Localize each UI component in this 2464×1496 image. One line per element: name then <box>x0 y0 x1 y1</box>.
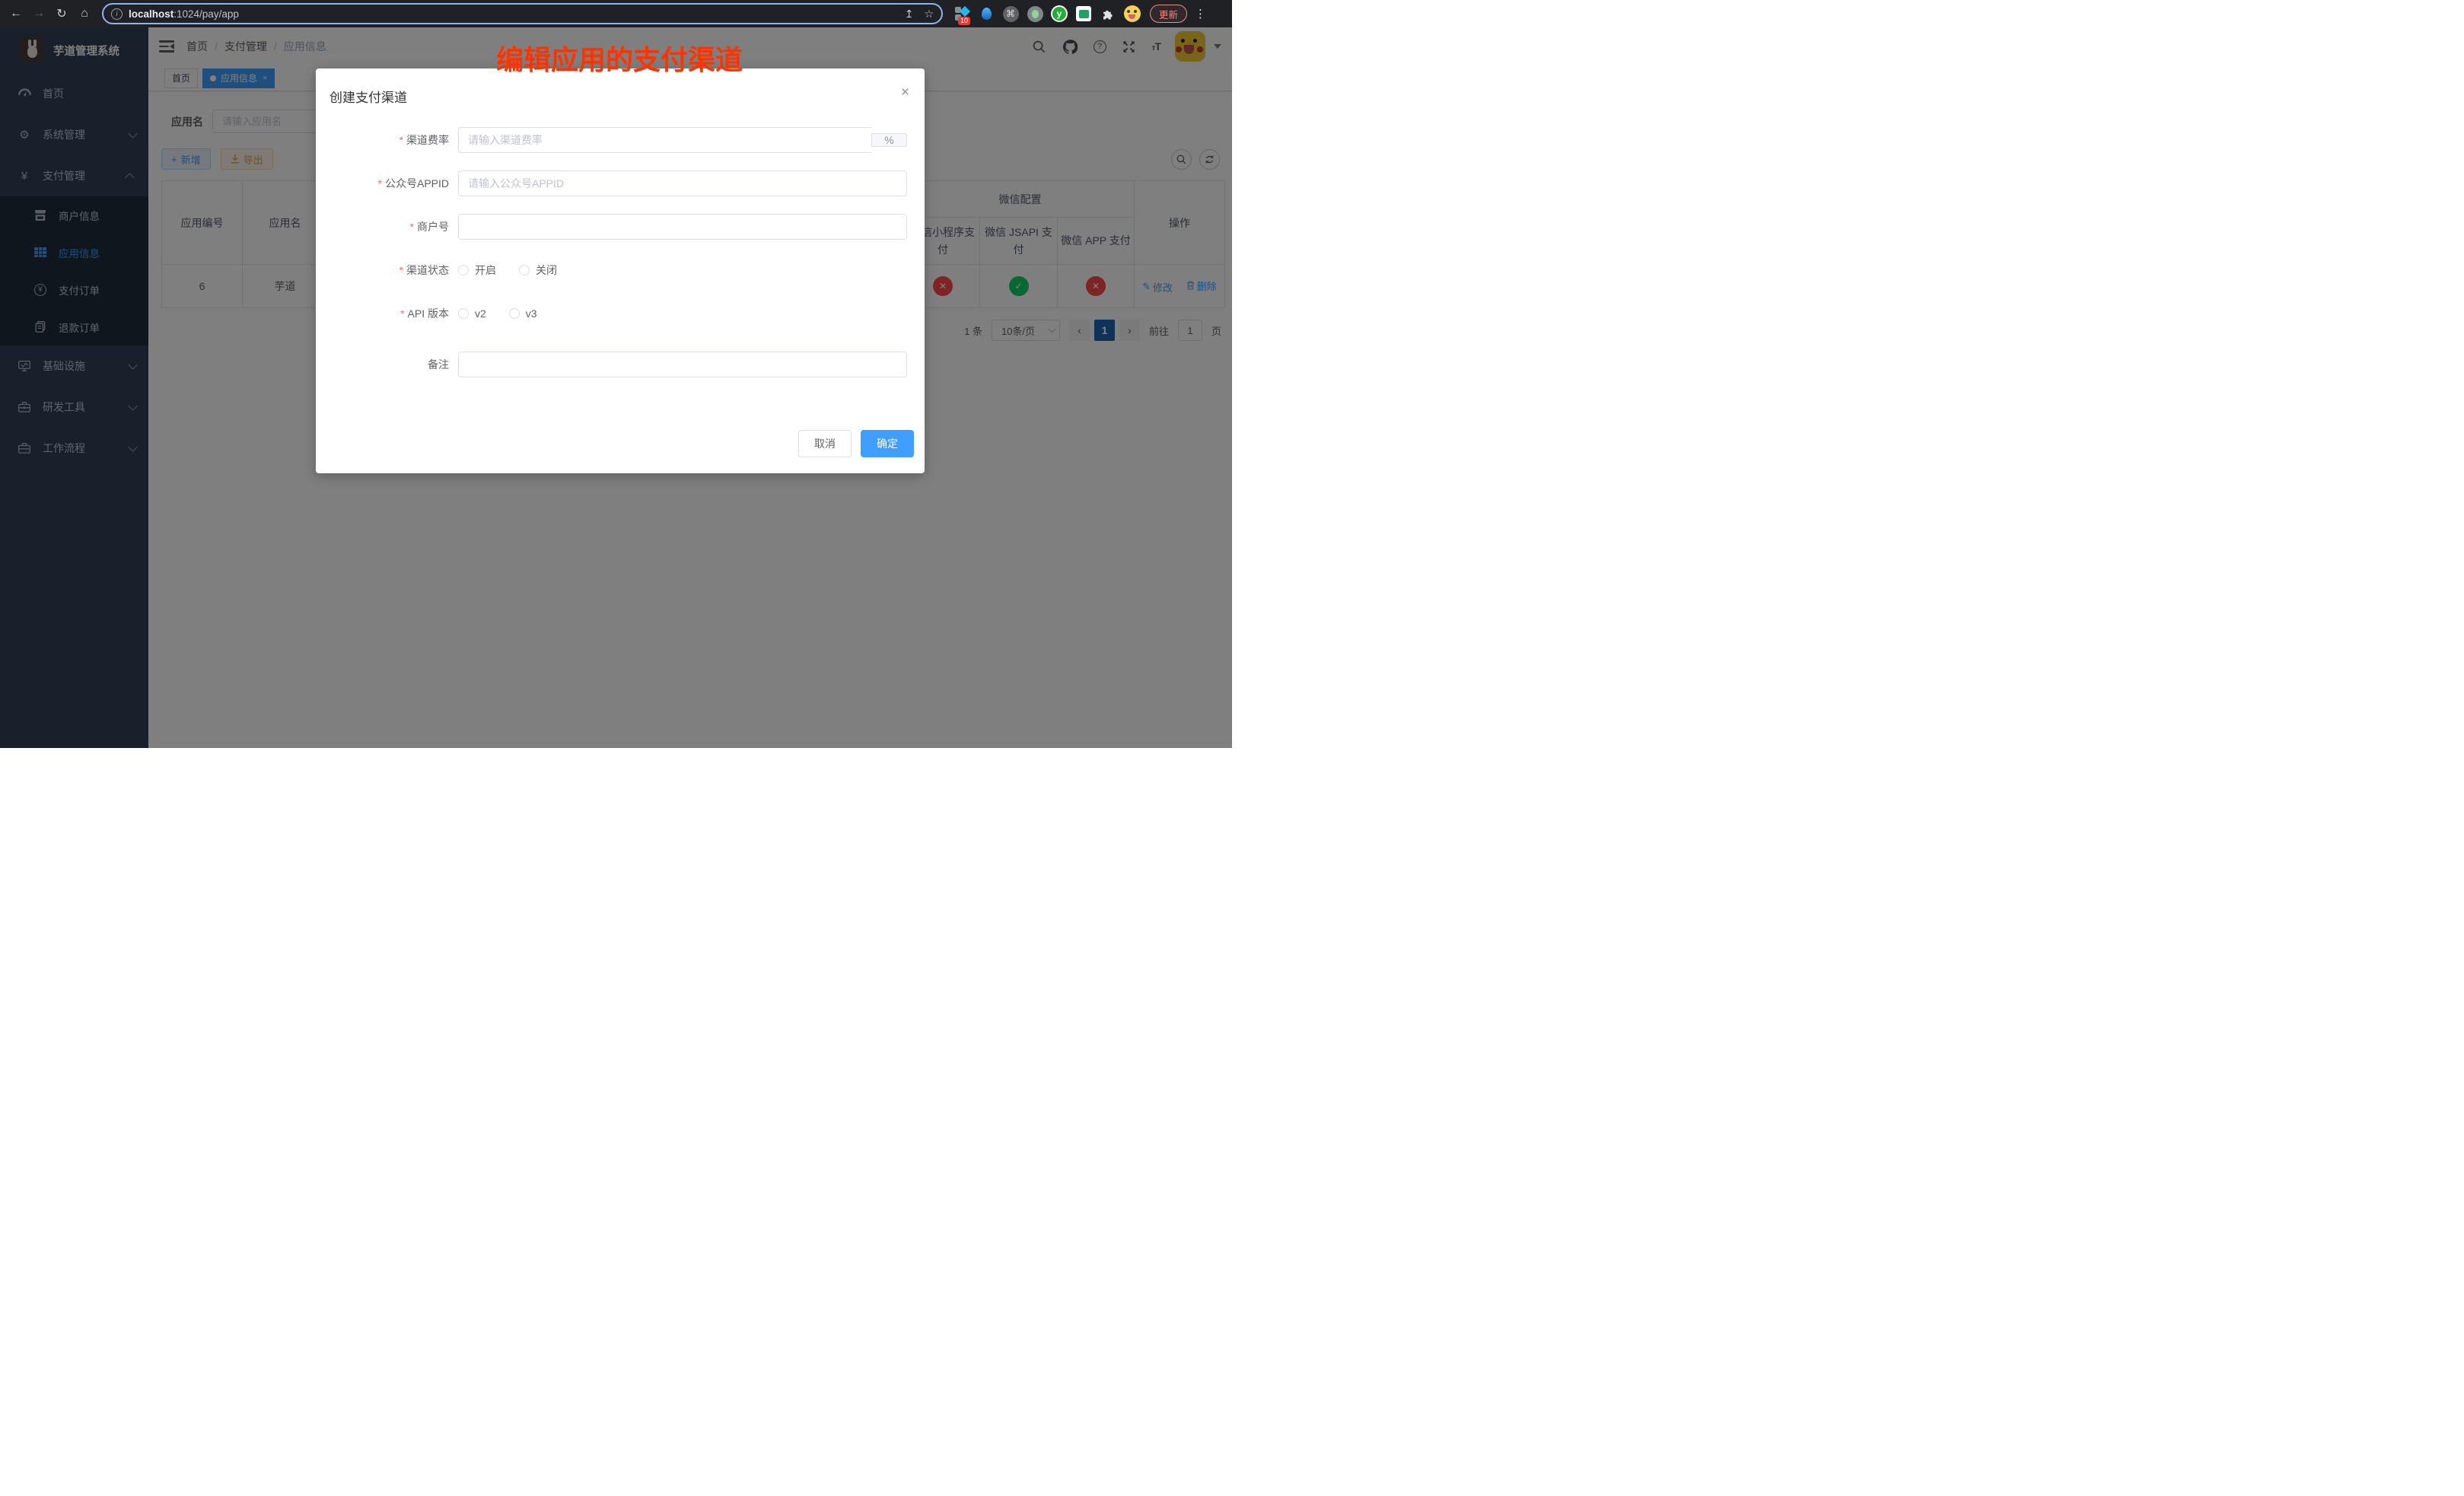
browser-menu-icon[interactable]: ⋮ <box>1195 7 1206 21</box>
radio-circle-icon <box>458 265 469 275</box>
radio-api-v3[interactable]: v3 <box>509 307 537 320</box>
radio-circle-icon <box>519 265 530 275</box>
dialog-form: 渠道费率 % 公众号APPID 商户号 渠道状态 <box>316 127 925 377</box>
y-extension-icon[interactable]: y <box>1051 5 1068 22</box>
cancel-button[interactable]: 取消 <box>798 430 852 457</box>
extensions-puzzle-icon[interactable] <box>1100 5 1116 22</box>
extension-badge: 10 <box>958 17 970 25</box>
field-label-remark: 备注 <box>316 357 458 372</box>
browser-toolbar: ← → ↻ ⌂ i localhost:1024/pay/app ↥ ☆ 10 … <box>0 0 1232 27</box>
command-extension-icon[interactable]: ⌘ <box>1002 5 1019 22</box>
create-channel-dialog: 创建支付渠道 × 渠道费率 % 公众号APPID 商户号 <box>316 68 925 473</box>
dialog-title: 创建支付渠道 <box>329 87 407 106</box>
merchant-id-input[interactable] <box>458 214 907 240</box>
screen: ← → ↻ ⌂ i localhost:1024/pay/app ↥ ☆ 10 … <box>0 0 1232 748</box>
url-text[interactable]: localhost:1024/pay/app <box>129 8 239 20</box>
field-label-merchant: 商户号 <box>316 219 458 234</box>
browser-home-icon[interactable]: ⌂ <box>75 4 94 24</box>
field-label-api-version: API 版本 <box>316 306 458 321</box>
balloon-extension-icon[interactable] <box>978 5 995 22</box>
browser-update-button[interactable]: 更新 <box>1150 5 1187 23</box>
emoji-avatar-icon[interactable] <box>1124 5 1141 22</box>
app-window: 芋道管理系统 首页 ⚙ 系统管理 ¥ 支付管理 <box>0 27 1232 748</box>
extensions-row: 10 ⌘ y <box>953 5 1141 22</box>
field-label-rate: 渠道费率 <box>316 132 458 148</box>
bookmark-star-icon[interactable]: ☆ <box>924 8 934 21</box>
radio-status-closed[interactable]: 关闭 <box>519 263 557 278</box>
share-icon[interactable]: ↥ <box>905 8 914 21</box>
field-label-status: 渠道状态 <box>316 263 458 278</box>
remark-input[interactable] <box>458 352 907 377</box>
official-appid-input[interactable] <box>458 170 907 196</box>
site-info-icon[interactable]: i <box>111 8 123 20</box>
annotation-text: 编辑应用的支付渠道 <box>496 38 743 78</box>
radio-circle-icon <box>509 308 520 319</box>
dialog-close-icon[interactable]: × <box>901 85 909 100</box>
chat-extension-icon[interactable] <box>1075 5 1092 22</box>
field-label-appid: 公众号APPID <box>316 176 458 191</box>
url-path: :1024/pay/app <box>173 8 239 20</box>
radio-circle-icon <box>458 308 469 319</box>
channel-rate-input[interactable] <box>458 127 871 153</box>
tampermonkey-extension-icon[interactable]: 10 <box>953 5 970 22</box>
browser-forward-icon[interactable]: → <box>29 4 49 24</box>
recorder-extension-icon[interactable] <box>1027 5 1043 22</box>
browser-back-icon[interactable]: ← <box>6 4 26 24</box>
address-bar[interactable]: i localhost:1024/pay/app ↥ ☆ <box>102 3 943 24</box>
confirm-button[interactable]: 确定 <box>861 430 914 457</box>
radio-api-v2[interactable]: v2 <box>458 307 486 320</box>
percent-suffix: % <box>871 133 907 147</box>
url-host: localhost <box>129 8 173 20</box>
radio-status-open[interactable]: 开启 <box>458 263 496 278</box>
browser-reload-icon[interactable]: ↻ <box>52 4 72 24</box>
